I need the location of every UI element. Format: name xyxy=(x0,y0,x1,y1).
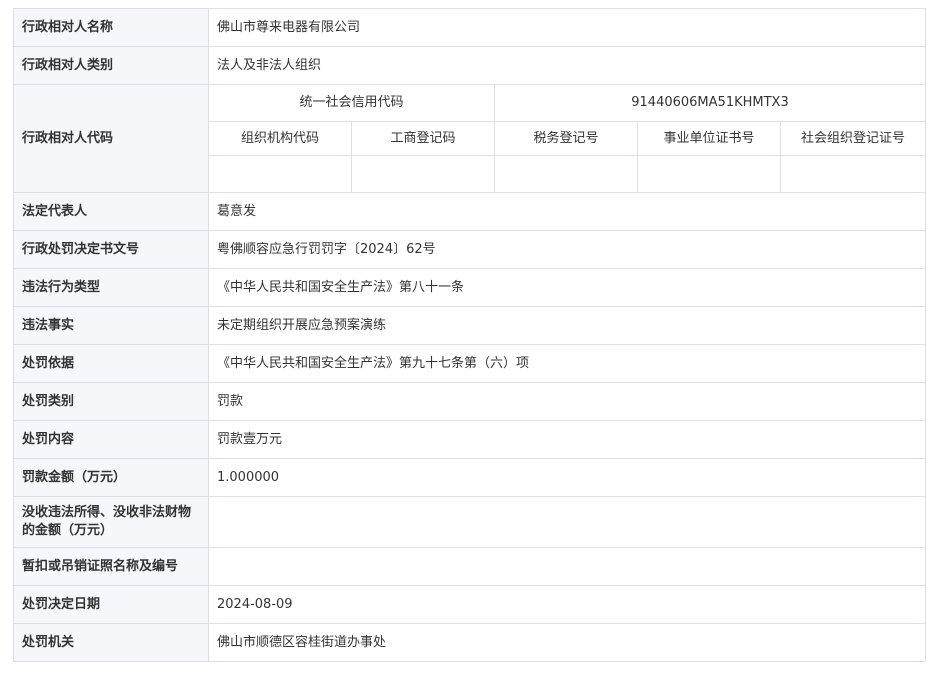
row-label: 暂扣或吊销证照名称及编号 xyxy=(13,547,209,586)
row-value: 《中华人民共和国安全生产法》第八十一条 xyxy=(207,268,927,307)
penalty-info-table: 行政相对人名称 佛山市尊来电器有限公司 行政相对人类别 法人及非法人组织 行政相… xyxy=(13,8,927,662)
row-label: 违法事实 xyxy=(13,306,209,345)
credit-code-value: 91440606MA51KHMTX3 xyxy=(493,84,927,122)
row-value: 粤佛顺容应急行罚罚字〔2024〕62号 xyxy=(207,230,927,269)
sub-value-tax-reg xyxy=(494,155,638,193)
row-violation-type: 违法行为类型 《中华人民共和国安全生产法》第八十一条 xyxy=(13,268,927,307)
row-name: 行政相对人名称 佛山市尊来电器有限公司 xyxy=(13,8,927,47)
row-fine-amount: 罚款金额（万元） 1.000000 xyxy=(13,458,927,497)
row-value: 佛山市尊来电器有限公司 xyxy=(207,8,927,47)
sub-value-social-org-cert xyxy=(779,155,927,193)
row-confiscation: 没收违法所得、没收非法财物 的金额（万元） xyxy=(13,496,927,548)
row-label: 处罚类别 xyxy=(13,382,209,421)
row-label: 处罚内容 xyxy=(13,420,209,459)
row-code-credit: 行政相对人代码 统一社会信用代码 91440606MA51KHMTX3 xyxy=(13,84,927,193)
row-label-line: 的金额（万元） xyxy=(22,523,114,538)
row-label: 行政处罚决定书文号 xyxy=(13,230,209,269)
row-value: 佛山市顺德区容桂街道办事处 xyxy=(207,623,927,662)
sub-header-business-reg: 工商登记码 xyxy=(351,121,495,156)
row-label: 法定代表人 xyxy=(13,192,209,231)
row-decision-no: 行政处罚决定书文号 粤佛顺容应急行罚罚字〔2024〕62号 xyxy=(13,230,927,269)
sub-value-business-reg xyxy=(351,155,495,193)
row-value: 葛意发 xyxy=(207,192,927,231)
sub-header-org-code: 组织机构代码 xyxy=(208,121,352,156)
row-label: 违法行为类型 xyxy=(13,268,209,307)
sub-header-institution-cert: 事业单位证书号 xyxy=(637,121,781,156)
row-value: 未定期组织开展应急预案演练 xyxy=(207,306,927,345)
sub-value-org-code xyxy=(208,155,352,193)
row-violation-fact: 违法事实 未定期组织开展应急预案演练 xyxy=(13,306,927,345)
sub-header-tax-reg: 税务登记号 xyxy=(494,121,638,156)
row-value: 罚款 xyxy=(207,382,927,421)
sub-header-social-org-cert: 社会组织登记证号 xyxy=(779,121,927,156)
row-value: 1.000000 xyxy=(207,458,927,497)
row-label: 处罚依据 xyxy=(13,344,209,383)
credit-code-label: 统一社会信用代码 xyxy=(208,84,495,122)
row-label: 处罚决定日期 xyxy=(13,585,209,624)
row-penalty-content: 处罚内容 罚款壹万元 xyxy=(13,420,927,459)
row-basis: 处罚依据 《中华人民共和国安全生产法》第九十七条第（六）项 xyxy=(13,344,927,383)
row-value: 2024-08-09 xyxy=(207,585,927,624)
row-label: 没收违法所得、没收非法财物 的金额（万元） xyxy=(13,496,209,548)
row-value: 《中华人民共和国安全生产法》第九十七条第（六）项 xyxy=(207,344,927,383)
row-authority: 处罚机关 佛山市顺德区容桂街道办事处 xyxy=(13,623,927,662)
row-label: 罚款金额（万元） xyxy=(13,458,209,497)
row-label: 行政相对人类别 xyxy=(13,46,209,85)
sub-value-institution-cert xyxy=(637,155,781,193)
row-penalty-type: 处罚类别 罚款 xyxy=(13,382,927,421)
row-value xyxy=(207,496,927,548)
row-label-line: 没收违法所得、没收非法财物 xyxy=(22,505,192,520)
row-license-revoke: 暂扣或吊销证照名称及编号 xyxy=(13,547,927,586)
row-label: 处罚机关 xyxy=(13,623,209,662)
row-category: 行政相对人类别 法人及非法人组织 xyxy=(13,46,927,85)
row-decision-date: 处罚决定日期 2024-08-09 xyxy=(13,585,927,624)
row-value: 罚款壹万元 xyxy=(207,420,927,459)
row-value: 法人及非法人组织 xyxy=(207,46,927,85)
row-legal-rep: 法定代表人 葛意发 xyxy=(13,192,927,231)
row-value xyxy=(207,547,927,586)
row-label: 行政相对人代码 xyxy=(13,84,209,193)
row-label: 行政相对人名称 xyxy=(13,8,209,47)
